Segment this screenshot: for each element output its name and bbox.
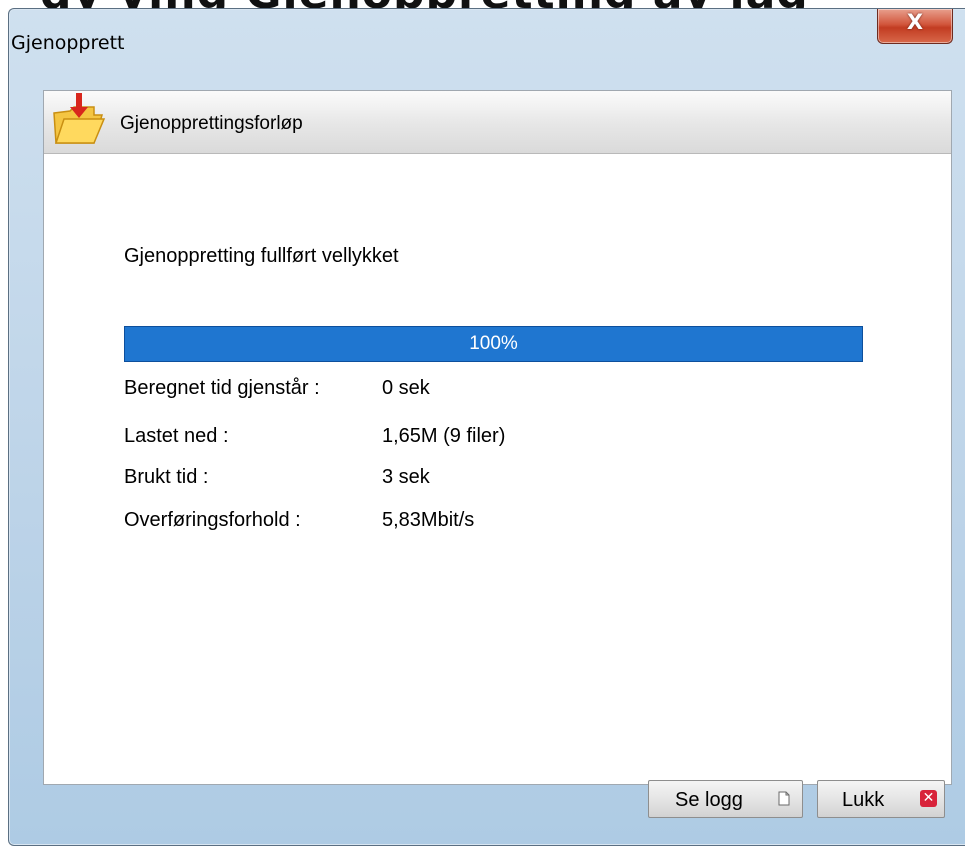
close-button[interactable]: Lukk ✕ [817,780,945,818]
info-label: Brukt tid : [124,466,209,488]
progress-label: 100% [469,333,518,354]
progress-bar: 100% [124,326,863,362]
document-icon [778,791,790,806]
close-icon: X [906,10,924,34]
info-value: 0 sek [382,377,430,399]
info-value: 1,65M (9 filer) [382,425,506,447]
folder-download-icon [53,93,106,144]
status-message: Gjenoppretting fullført vellykket [124,245,399,267]
close-label: Lukk [842,789,885,811]
section-title: Gjenopprettingsforløp [120,113,303,134]
title-bar[interactable]: Gjenopprett X [9,9,965,69]
info-value: 5,83Mbit/s [382,509,475,531]
info-value: 3 sek [382,466,430,488]
content-panel: Gjenopprettingsforløp Gjenoppretting ful… [43,90,952,785]
view-log-button[interactable]: Se logg [648,780,803,818]
info-label: Overføringsforhold : [124,509,301,531]
section-header: Gjenopprettingsforløp [44,91,951,154]
view-log-label: Se logg [675,789,743,811]
close-x-icon: ✕ [920,790,937,807]
window-title: Gjenopprett [11,32,125,54]
window-close-button[interactable]: X [877,9,953,44]
info-label: Lastet ned : [124,425,229,447]
info-label: Beregnet tid gjenstår : [124,377,320,399]
